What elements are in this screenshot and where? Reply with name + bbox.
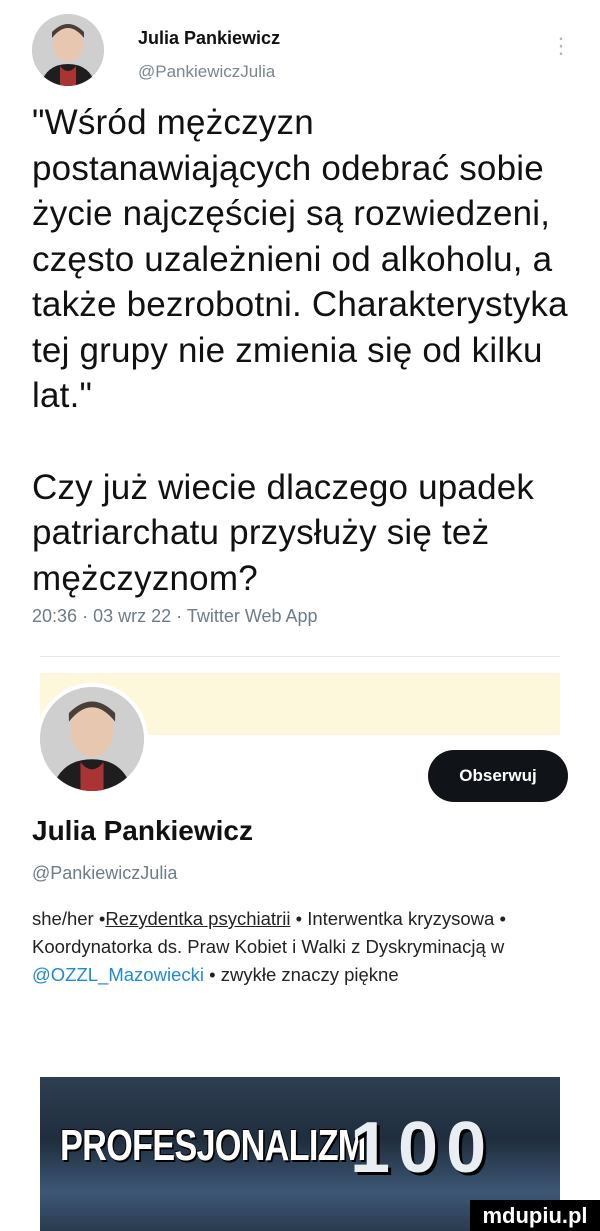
- bio-mention-link[interactable]: @OZZL_Mazowiecki: [32, 964, 204, 985]
- tweet-meta: 20:36 · 03 wrz 22 · Twitter Web App: [32, 606, 318, 627]
- tweet-question: Czy już wiecie dlaczego upadek patriarch…: [32, 467, 545, 598]
- bio-separator: •: [209, 964, 216, 985]
- profile-name[interactable]: Julia Pankiewicz: [32, 815, 253, 847]
- author-name[interactable]: Julia Pankiewicz: [138, 28, 280, 49]
- tweet-source[interactable]: Twitter Web App: [187, 606, 318, 626]
- meme-number: 100: [350, 1108, 495, 1188]
- follow-button[interactable]: Obserwuj: [428, 750, 568, 802]
- bio-pronouns: she/her: [32, 908, 94, 929]
- author-handle[interactable]: @PankiewiczJulia: [138, 62, 275, 82]
- bio-part2: Interwentka kryzysowa: [307, 908, 495, 929]
- divider: [40, 656, 560, 657]
- tweet-text: "Wśród mężczyzn postanawiających odebrać…: [32, 100, 572, 601]
- bio-separator: •: [499, 908, 506, 929]
- meta-separator: ·: [82, 606, 89, 626]
- bio-part4: zwykłe znaczy piękne: [220, 964, 399, 985]
- profile-bio: she/her •Rezydentka psychiatrii • Interw…: [32, 905, 572, 989]
- tweet-date[interactable]: 03 wrz 22: [93, 606, 171, 626]
- bio-role: Rezydentka psychiatrii: [105, 908, 291, 929]
- bio-part3: Koordynatorka ds. Praw Kobiet i Walki z …: [32, 936, 505, 957]
- profile-avatar[interactable]: [36, 683, 148, 795]
- meta-separator: ·: [176, 606, 183, 626]
- avatar-photo: [40, 687, 144, 791]
- tweet-time[interactable]: 20:36: [32, 606, 77, 626]
- author-avatar[interactable]: [32, 14, 104, 86]
- avatar-photo: [32, 14, 104, 86]
- more-vertical-icon[interactable]: ⋮: [550, 26, 572, 66]
- meme-caption: PROFESJONALIZM: [60, 1121, 366, 1170]
- watermark: mdupiu.pl: [470, 1200, 600, 1231]
- bio-separator: •: [295, 908, 303, 929]
- profile-handle[interactable]: @PankiewiczJulia: [32, 863, 177, 884]
- tweet-quote: "Wśród mężczyzn postanawiających odebrać…: [32, 103, 578, 415]
